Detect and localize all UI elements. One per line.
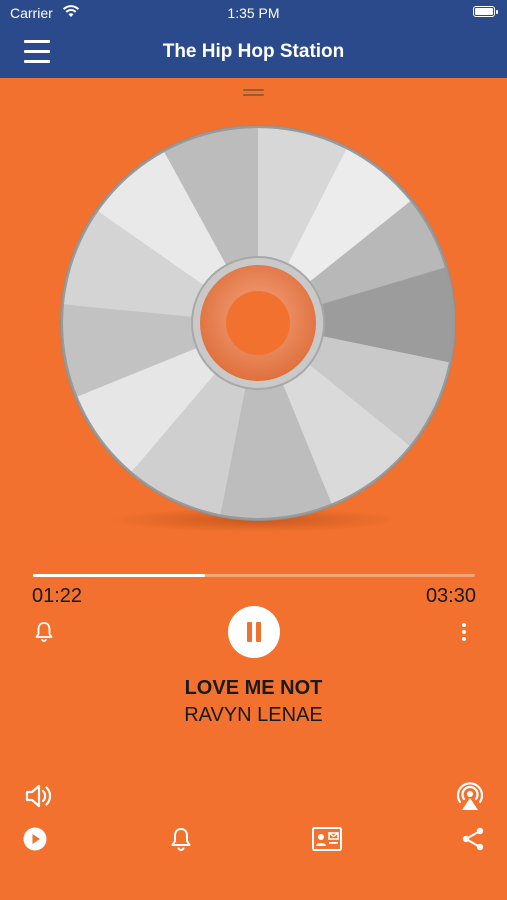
elapsed-time: 01:22 xyxy=(32,585,83,607)
volume-icon[interactable] xyxy=(24,782,54,810)
airplay-icon[interactable] xyxy=(454,780,486,812)
total-time: 03:30 xyxy=(425,585,476,607)
battery-icon xyxy=(473,6,498,17)
cd-artwork xyxy=(60,125,456,521)
pause-button[interactable] xyxy=(228,606,280,658)
share-icon[interactable] xyxy=(460,826,486,852)
bell-icon[interactable] xyxy=(34,621,54,643)
song-title: LOVE ME NOT xyxy=(184,677,323,699)
progress-fill xyxy=(33,574,206,577)
status-bar: Carrier 1:35 PM xyxy=(0,0,507,26)
play-circle-icon[interactable] xyxy=(23,827,47,851)
pause-icon xyxy=(247,622,252,642)
drag-handle[interactable] xyxy=(243,89,264,97)
page-title: The Hip Hop Station xyxy=(162,41,345,62)
song-artist: RAVYN LENAE xyxy=(184,704,323,726)
more-vertical-icon[interactable] xyxy=(459,622,469,642)
nav-bar: The Hip Hop Station xyxy=(0,26,507,78)
status-time: 1:35 PM xyxy=(227,5,280,21)
contact-card-icon[interactable] xyxy=(311,826,343,852)
progress-bar[interactable] xyxy=(33,574,475,577)
bell-icon[interactable] xyxy=(170,826,192,852)
